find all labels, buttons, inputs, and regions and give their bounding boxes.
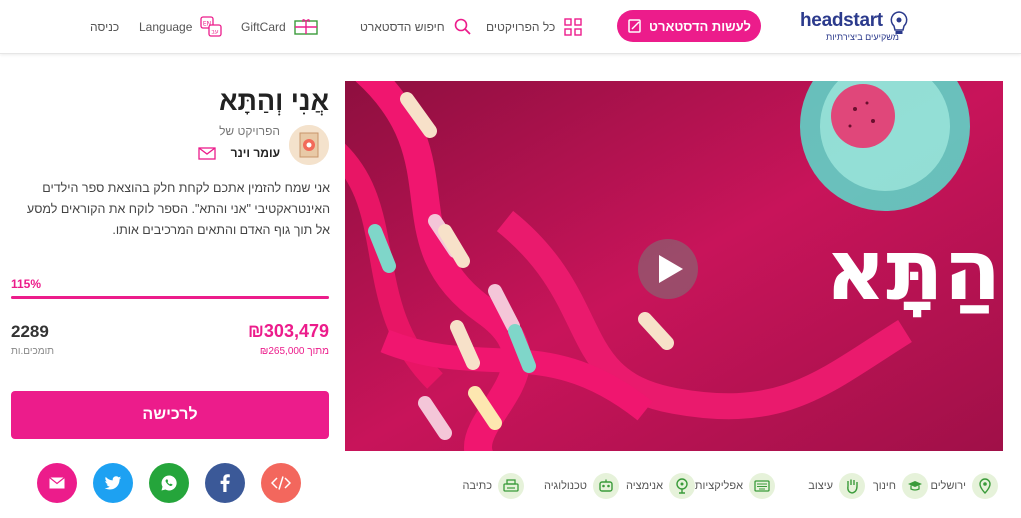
nav-search[interactable]: חיפוש הדסטארט xyxy=(360,14,473,40)
funding-goal: מתוך ₪265,000 xyxy=(259,346,329,357)
nav-all-projects[interactable]: כל הפרויקטים xyxy=(486,14,583,40)
funding-progress-bar xyxy=(11,296,329,299)
buy-button[interactable]: לרכישה xyxy=(11,391,329,439)
search-icon xyxy=(454,18,471,35)
creator-avatar[interactable] xyxy=(289,125,329,165)
category-animation-label: אנימציה xyxy=(626,480,663,492)
language-badge-en: EN xyxy=(203,21,211,28)
twitter-icon xyxy=(104,475,122,489)
nav-language-label: Language xyxy=(139,20,193,34)
whatsapp-icon xyxy=(161,475,177,491)
lightbulb-icon xyxy=(890,11,908,34)
nav-giftcard-label: GiftCard xyxy=(241,20,286,34)
share-whatsapp-button[interactable] xyxy=(149,463,189,503)
map-pin-icon xyxy=(972,473,998,499)
category-education[interactable]: חינוך xyxy=(873,472,928,500)
graduation-cap-icon xyxy=(902,473,928,499)
category-writing[interactable]: כתיבה xyxy=(462,472,524,500)
gift-card-icon xyxy=(293,19,318,35)
category-technology-label: טכנולוגיה xyxy=(543,480,587,492)
category-animation[interactable]: אנימציה xyxy=(626,472,695,500)
email-icon xyxy=(49,477,65,489)
category-design-label: עיצוב xyxy=(808,480,833,492)
share-embed-button[interactable] xyxy=(261,463,301,503)
project-description: אני שמח להזמין אתכם לקחת חלק בהוצאת ספר … xyxy=(26,181,330,237)
nav-login[interactable]: כניסה xyxy=(90,14,119,40)
hero-illustration: אֲנִי וְהַתָּא xyxy=(345,81,1003,451)
creator-name[interactable]: עומר וינר xyxy=(231,146,280,160)
start-project-button[interactable]: לעשות הדסטארט xyxy=(617,10,761,42)
supporters-label: תומכים.ות xyxy=(11,346,55,357)
share-twitter-button[interactable] xyxy=(93,463,133,503)
facebook-icon xyxy=(220,474,230,492)
category-technology[interactable]: טכנולוגיה xyxy=(544,472,619,500)
category-jerusalem-label: ירושלים xyxy=(930,480,966,492)
category-education-label: חינוך xyxy=(872,480,896,492)
project-title: אֲנִי וְהַתָּא xyxy=(219,86,329,116)
share-facebook-button[interactable] xyxy=(205,463,245,503)
headstart-logo[interactable]: headstart משקיעים ביצירתיות xyxy=(800,8,915,46)
film-reel-icon xyxy=(669,473,695,499)
robot-icon xyxy=(593,473,619,499)
logo-text: headstart xyxy=(800,10,883,31)
start-project-label: לעשות הדסטארט xyxy=(649,18,751,34)
funding-percent: 115% xyxy=(11,277,42,291)
category-tags: ירושלים חינוך עיצוב אפליקציות אנימציה טכ… xyxy=(345,470,1003,502)
funding-progress-fill xyxy=(11,296,329,299)
nav-all-projects-label: כל הפרויקטים xyxy=(486,20,556,34)
code-icon xyxy=(271,476,291,490)
grid-icon xyxy=(564,18,582,36)
book-cover-icon xyxy=(289,125,329,165)
hand-icon xyxy=(839,473,865,499)
supporters-count: 2289 xyxy=(11,322,49,341)
amount-raised: ₪303,479 xyxy=(248,321,329,341)
hero-title: אֲנִי וְהַתָּא xyxy=(825,221,1003,319)
creator-label: הפרויקט של xyxy=(219,124,280,138)
logo-tagline: משקיעים ביצירתיות xyxy=(826,32,899,42)
language-badge-he: עב xyxy=(212,29,219,36)
category-design[interactable]: עיצוב xyxy=(808,472,865,500)
keyboard-icon xyxy=(749,473,775,499)
typewriter-icon xyxy=(498,473,524,499)
share-email-button[interactable] xyxy=(37,463,77,503)
language-icon: EN עב xyxy=(200,16,223,37)
buy-button-label: לרכישה xyxy=(142,406,198,423)
nav-login-label: כניסה xyxy=(90,20,120,34)
project-hero-video[interactable]: אֲנִי וְהַתָּא xyxy=(345,81,1003,451)
category-jerusalem[interactable]: ירושלים xyxy=(930,472,998,500)
category-apps-label: אפליקציות xyxy=(694,480,743,492)
nav-language[interactable]: Language EN עב xyxy=(139,14,223,40)
header: headstart משקיעים ביצירתיות לעשות הדסטאר… xyxy=(0,0,1021,54)
nav-giftcard[interactable]: GiftCard xyxy=(241,14,318,40)
message-creator-icon[interactable] xyxy=(198,147,216,160)
category-writing-label: כתיבה xyxy=(462,480,492,492)
nav-search-label: חיפוש הדסטארט xyxy=(360,20,445,34)
category-apps[interactable]: אפליקציות xyxy=(695,472,775,500)
document-edit-icon xyxy=(628,19,641,33)
